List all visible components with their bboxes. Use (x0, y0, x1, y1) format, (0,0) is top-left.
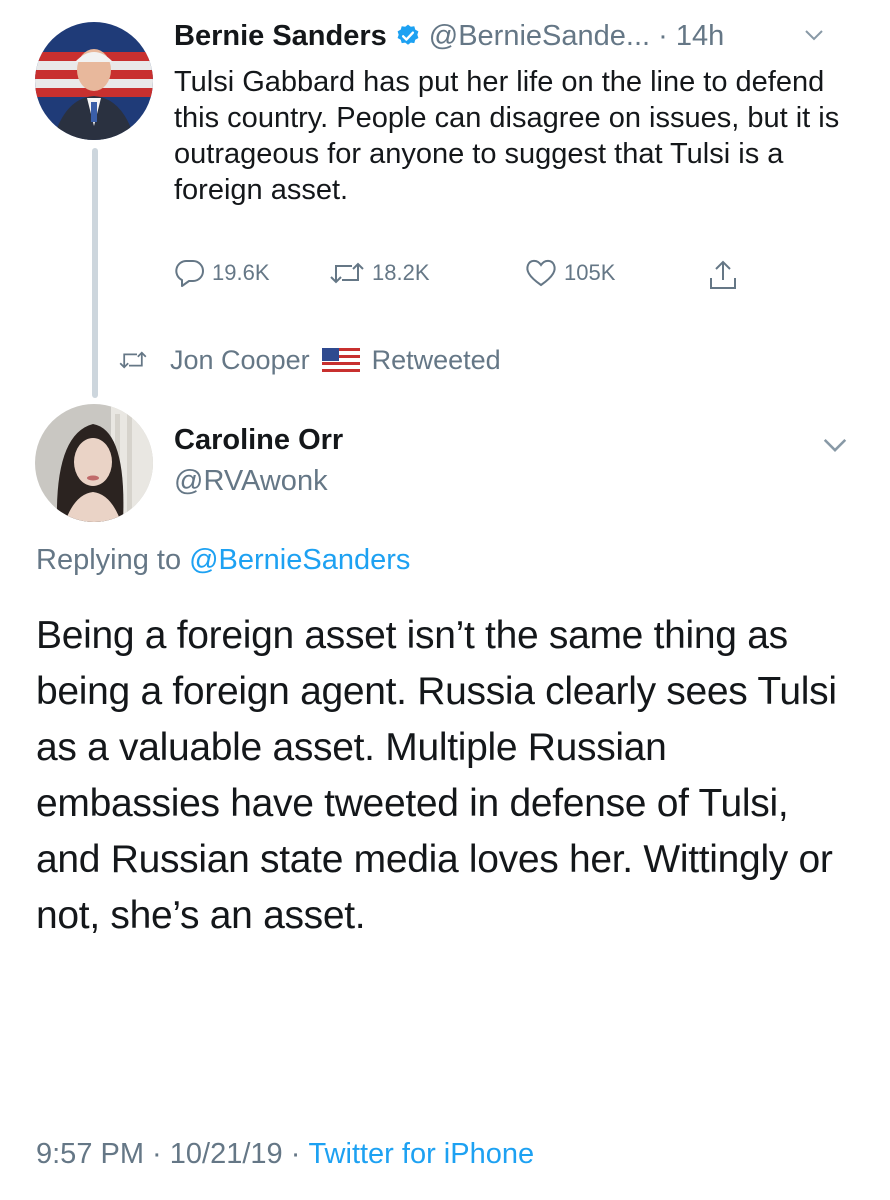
like-count: 105K (564, 260, 616, 285)
verified-badge-icon (395, 23, 421, 49)
retweeted-label: Retweeted (371, 344, 501, 375)
main-author-handle[interactable]: @RVAwonk (174, 465, 328, 498)
main-tweet-text: Being a foreign asset isn’t the same thi… (36, 614, 837, 937)
tweet-meta: 9:57 PM · 10/21/19 · Twitter for iPhone (36, 1138, 534, 1171)
tweet-source-link[interactable]: Twitter for iPhone (308, 1138, 534, 1171)
share-icon[interactable] (706, 258, 740, 297)
us-flag-icon (321, 348, 360, 372)
retweet-button[interactable]: 18.2K (328, 258, 430, 288)
retweet-banner-icon (116, 348, 150, 372)
original-tweet-text: Tulsi Gabbard has put her life on the li… (174, 66, 840, 206)
like-icon (524, 258, 558, 288)
original-handle-time[interactable]: @BernieSande... · 14h (429, 20, 724, 53)
retweet-banner[interactable]: Jon Cooper Retweeted (116, 342, 501, 378)
caroline-avatar[interactable] (35, 404, 153, 522)
replying-to-line: Replying to @BernieSanders (36, 544, 410, 577)
chevron-down-icon[interactable] (804, 28, 824, 47)
original-author-name[interactable]: Bernie Sanders (174, 20, 387, 53)
replying-to-link[interactable]: @BernieSanders (189, 544, 410, 577)
reply-button[interactable]: 19.6K (174, 258, 270, 288)
retweeter-name[interactable]: Jon Cooper (170, 345, 310, 376)
main-author-name[interactable]: Caroline Orr (174, 424, 343, 457)
main-tweet-chevron-down-icon[interactable] (822, 436, 848, 459)
retweet-icon (328, 258, 366, 288)
reply-count: 19.6K (212, 260, 270, 285)
thread-connector-line (92, 148, 98, 398)
like-button[interactable]: 105K (524, 258, 615, 288)
retweet-count: 18.2K (372, 260, 430, 285)
tweet-timestamp[interactable]: 9:57 PM · 10/21/19 · (36, 1138, 308, 1171)
reply-icon (174, 258, 206, 288)
original-tweet-header: Bernie Sanders @BernieSande... · 14h (174, 18, 724, 54)
bernie-avatar[interactable] (35, 22, 153, 140)
replying-to-prefix: Replying to (36, 544, 182, 576)
